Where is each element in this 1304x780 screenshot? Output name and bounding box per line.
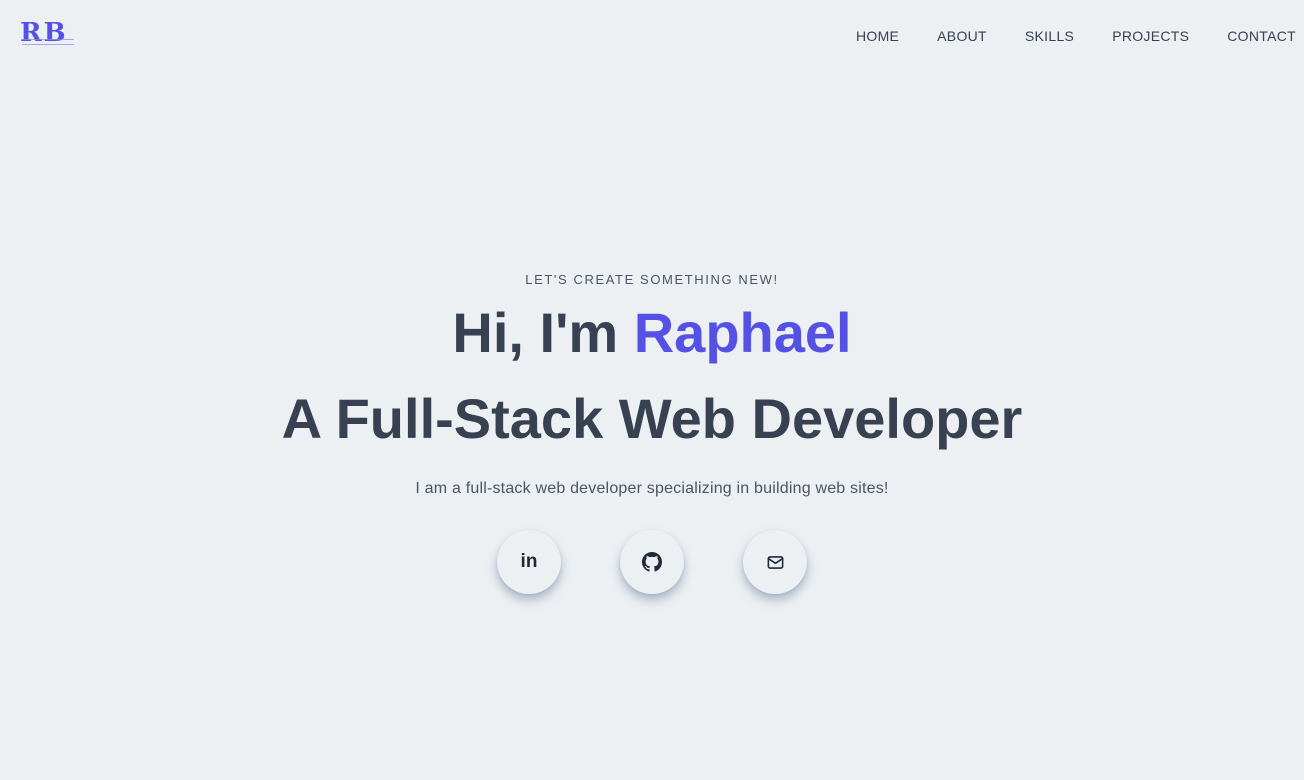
hero-name: Raphael (633, 301, 852, 364)
logo[interactable]: RB (20, 18, 76, 48)
hero-greeting: Hi, I'm Raphael (0, 298, 1304, 368)
hero-tagline: LET'S CREATE SOMETHING NEW! (525, 272, 779, 287)
nav-item-home[interactable]: HOME (856, 26, 899, 46)
linkedin-icon: in (520, 551, 538, 572)
github-button[interactable] (620, 530, 684, 594)
mail-button[interactable] (743, 530, 807, 594)
main-nav: HOME ABOUT SKILLS PROJECTS CONTACT (818, 26, 1296, 46)
logo-underline (22, 39, 74, 45)
github-icon (642, 552, 662, 572)
nav-item-skills[interactable]: SKILLS (1025, 26, 1074, 46)
hero-headline: A Full-Stack Web Developer (281, 387, 1023, 450)
nav-item-projects[interactable]: PROJECTS (1112, 26, 1189, 46)
mail-icon (767, 555, 783, 569)
linkedin-button[interactable]: in (497, 530, 561, 594)
nav-item-contact[interactable]: CONTACT (1227, 26, 1296, 46)
greeting-prefix: Hi, I'm (452, 301, 634, 364)
page: RB HOME ABOUT SKILLS PROJECTS CONTACT LE… (0, 0, 1304, 780)
nav-item-about[interactable]: ABOUT (937, 26, 987, 46)
social-links: in (497, 530, 807, 594)
hero-intro: I am a full-stack web developer speciali… (415, 480, 889, 497)
site-header: RB HOME ABOUT SKILLS PROJECTS CONTACT (0, 0, 1304, 72)
